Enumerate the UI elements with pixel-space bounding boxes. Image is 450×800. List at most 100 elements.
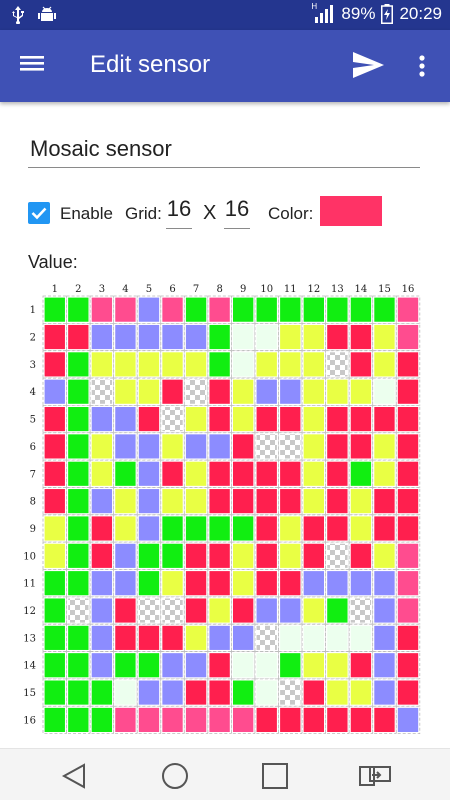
mosaic-cell[interactable] (44, 489, 65, 514)
mosaic-cell[interactable] (397, 489, 419, 514)
mosaic-cell[interactable] (280, 516, 301, 541)
mosaic-cell[interactable] (327, 324, 348, 350)
mosaic-cell[interactable] (303, 407, 324, 432)
mosaic-cell[interactable] (374, 707, 395, 732)
mosaic-cell[interactable] (256, 707, 277, 732)
mosaic-cell[interactable] (374, 324, 395, 350)
mosaic-cell[interactable] (68, 680, 89, 705)
mosaic-cell[interactable] (68, 297, 89, 322)
mosaic-cell[interactable] (374, 297, 395, 322)
mosaic-cell[interactable] (397, 379, 419, 404)
mosaic-cell[interactable] (233, 434, 254, 459)
mosaic-cell[interactable] (115, 407, 136, 432)
mosaic-cell[interactable] (303, 680, 324, 705)
mosaic-cell[interactable] (91, 324, 113, 350)
mosaic-cell[interactable] (280, 324, 301, 350)
mosaic-cell[interactable] (115, 680, 136, 705)
mosaic-cell[interactable] (327, 598, 348, 623)
mosaic-cell[interactable] (209, 461, 230, 486)
mosaic-cell[interactable] (350, 625, 372, 650)
mosaic-cell[interactable] (397, 625, 419, 650)
mosaic-cell[interactable] (44, 297, 65, 322)
mosaic-cell[interactable] (209, 324, 230, 350)
mosaic-cell[interactable] (327, 516, 348, 541)
mosaic-cell[interactable] (115, 516, 136, 541)
mosaic-cell[interactable] (91, 625, 113, 650)
mosaic-cell[interactable] (256, 352, 277, 377)
mosaic-cell[interactable] (91, 516, 113, 541)
mosaic-cell[interactable] (91, 434, 113, 459)
mosaic-cell[interactable] (44, 461, 65, 486)
mosaic-cell[interactable] (68, 571, 89, 596)
mosaic-cell[interactable] (209, 571, 230, 596)
mosaic-cell[interactable] (327, 407, 348, 432)
mosaic-cell[interactable] (327, 461, 348, 486)
mosaic-cell[interactable] (68, 461, 89, 486)
mosaic-cell[interactable] (138, 324, 160, 350)
mosaic-cell[interactable] (115, 625, 136, 650)
mosaic-cell[interactable] (256, 543, 277, 568)
mosaic-cell[interactable] (44, 516, 65, 541)
mosaic-cell[interactable] (256, 516, 277, 541)
mosaic-cell[interactable] (162, 324, 183, 350)
mosaic-cell[interactable] (327, 543, 348, 568)
mosaic-cell[interactable] (397, 516, 419, 541)
mosaic-cell[interactable] (350, 707, 372, 732)
mosaic-cell[interactable] (209, 653, 230, 678)
mosaic-cell[interactable] (233, 680, 254, 705)
mosaic-cell[interactable] (138, 625, 160, 650)
mosaic-cell[interactable] (44, 434, 65, 459)
mosaic-cell[interactable] (162, 379, 183, 404)
mosaic-cell[interactable] (350, 434, 372, 459)
mosaic-cell[interactable] (280, 434, 301, 459)
mosaic-cell[interactable] (397, 352, 419, 377)
mosaic-cell[interactable] (233, 653, 254, 678)
mosaic-cell[interactable] (185, 434, 207, 459)
mosaic-cell[interactable] (303, 352, 324, 377)
mosaic-cell[interactable] (91, 461, 113, 486)
mosaic-cell[interactable] (350, 379, 372, 404)
mosaic-cell[interactable] (185, 297, 207, 322)
mosaic-cell[interactable] (68, 653, 89, 678)
mosaic-cell[interactable] (374, 571, 395, 596)
mosaic-cell[interactable] (350, 653, 372, 678)
mosaic-cell[interactable] (280, 571, 301, 596)
mosaic-cell[interactable] (327, 297, 348, 322)
mosaic-cell[interactable] (44, 543, 65, 568)
mosaic-cell[interactable] (327, 379, 348, 404)
mosaic-cell[interactable] (185, 598, 207, 623)
mosaic-cell[interactable] (303, 461, 324, 486)
recents-icon[interactable] (260, 761, 290, 791)
mosaic-cell[interactable] (233, 461, 254, 486)
mosaic-cell[interactable] (256, 461, 277, 486)
mosaic-cell[interactable] (327, 434, 348, 459)
mosaic-cell[interactable] (115, 434, 136, 459)
mosaic-cell[interactable] (327, 653, 348, 678)
mosaic-cell[interactable] (185, 625, 207, 650)
mosaic-cell[interactable] (374, 543, 395, 568)
mosaic-cell[interactable] (44, 653, 65, 678)
mosaic-cell[interactable] (91, 653, 113, 678)
mosaic-cell[interactable] (374, 379, 395, 404)
mosaic-cell[interactable] (350, 324, 372, 350)
mosaic-cell[interactable] (303, 571, 324, 596)
mosaic-cell[interactable] (374, 680, 395, 705)
mosaic-cell[interactable] (68, 516, 89, 541)
mosaic-cell[interactable] (303, 297, 324, 322)
mosaic-cell[interactable] (162, 571, 183, 596)
mosaic-cell[interactable] (233, 625, 254, 650)
mosaic-cell[interactable] (374, 352, 395, 377)
mosaic-cell[interactable] (138, 352, 160, 377)
mosaic-cell[interactable] (44, 407, 65, 432)
mosaic-cell[interactable] (91, 297, 113, 322)
mosaic-cell[interactable] (303, 489, 324, 514)
mosaic-cell[interactable] (280, 543, 301, 568)
mosaic-cell[interactable] (162, 434, 183, 459)
mosaic-cell[interactable] (327, 571, 348, 596)
mosaic-cell[interactable] (68, 324, 89, 350)
mosaic-cell[interactable] (209, 516, 230, 541)
mosaic-cell[interactable] (397, 680, 419, 705)
mosaic-cell[interactable] (68, 352, 89, 377)
mosaic-cell[interactable] (162, 707, 183, 732)
mosaic-cell[interactable] (91, 543, 113, 568)
